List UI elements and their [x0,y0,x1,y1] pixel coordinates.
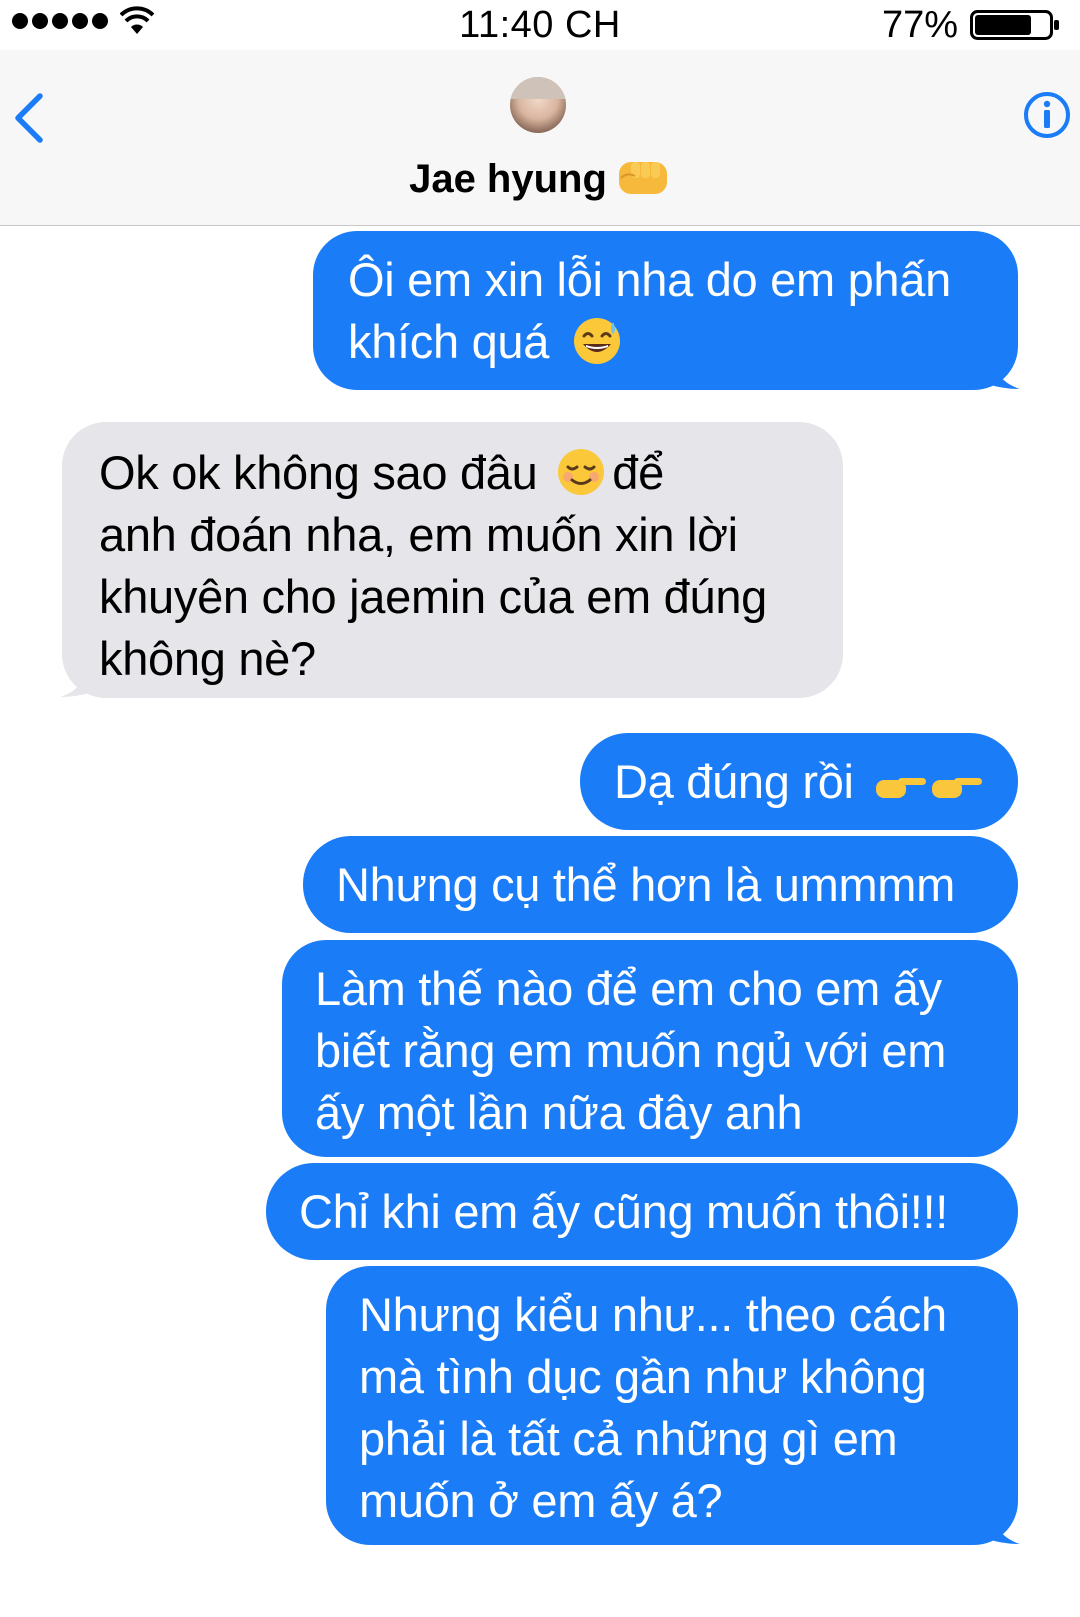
message-text-line: ấy một lần nữa đây anh [315,1086,803,1139]
message-text-line: không nè? [99,632,316,685]
message-text-line: phải là tất cả những gì em [359,1412,898,1465]
status-bar: 11:40 CH 77% [0,0,1080,50]
outgoing-message-bubble[interactable]: Nhưng kiểu như... theo cách mà tình dục … [326,1266,1018,1545]
sweat-smile-emoji-icon [573,318,620,364]
message-text-line: muốn ở em ấy á? [359,1474,723,1527]
message-text-line: Ok ok không sao đâu để [99,446,664,499]
battery-icon [970,10,1059,40]
message-text-line: khuyên cho jaemin của em đúng [99,570,768,623]
outgoing-message-bubble[interactable]: Dạ đúng rồi [580,733,1018,830]
outgoing-bubble-tail [990,351,1020,389]
outgoing-message-bubble[interactable]: Ôi em xin lỗi nha do em phấn khích quá [313,231,1018,390]
contact-avatar[interactable] [510,77,566,133]
message-text-line: Dạ đúng rồi [614,751,988,813]
message-text-line: Nhưng cụ thể hơn là ummmm [336,858,956,911]
contact-name[interactable]: Jae hyung [0,156,1080,202]
battery-percentage: 77% [881,4,958,46]
incoming-message-bubble[interactable]: Ok ok không sao đâu để anh đoán nha, em … [62,422,843,698]
chevron-left-icon[interactable] [10,88,50,148]
relieved-smile-emoji-icon [558,449,605,495]
fist-bump-emoji-icon [618,162,667,194]
info-icon[interactable] [1022,90,1072,140]
incoming-bubble-tail [60,659,90,697]
outgoing-message-bubble[interactable]: Chỉ khi em ấy cũng muốn thôi!!! [266,1163,1018,1260]
message-text-line: Chỉ khi em ấy cũng muốn thôi!!! [299,1185,949,1238]
message-text-line: khích quá [348,311,988,373]
pointing-hands-emoji-icon [876,778,983,798]
message-text-line: Ôi em xin lỗi nha do em phấn [348,253,951,306]
conversation-header: Jae hyung [0,50,1080,226]
message-text-line: mà tình dục gần như không [359,1350,927,1403]
message-text-line: anh đoán nha, em muốn xin lời [99,508,738,561]
message-thread[interactable]: Ôi em xin lỗi nha do em phấn khích quá O… [0,225,1080,1617]
message-text-line: biết rằng em muốn ngủ với em [315,1024,947,1077]
outgoing-message-bubble[interactable]: Nhưng cụ thể hơn là ummmm [303,836,1018,933]
outgoing-bubble-tail [990,1506,1020,1544]
contact-name-text: Jae hyung [409,157,607,201]
outgoing-message-bubble[interactable]: Làm thế nào để em cho em ấy biết rằng em… [282,940,1018,1157]
message-text-line: Nhưng kiểu như... theo cách [359,1288,947,1341]
message-text-line: Làm thế nào để em cho em ấy [315,962,942,1015]
